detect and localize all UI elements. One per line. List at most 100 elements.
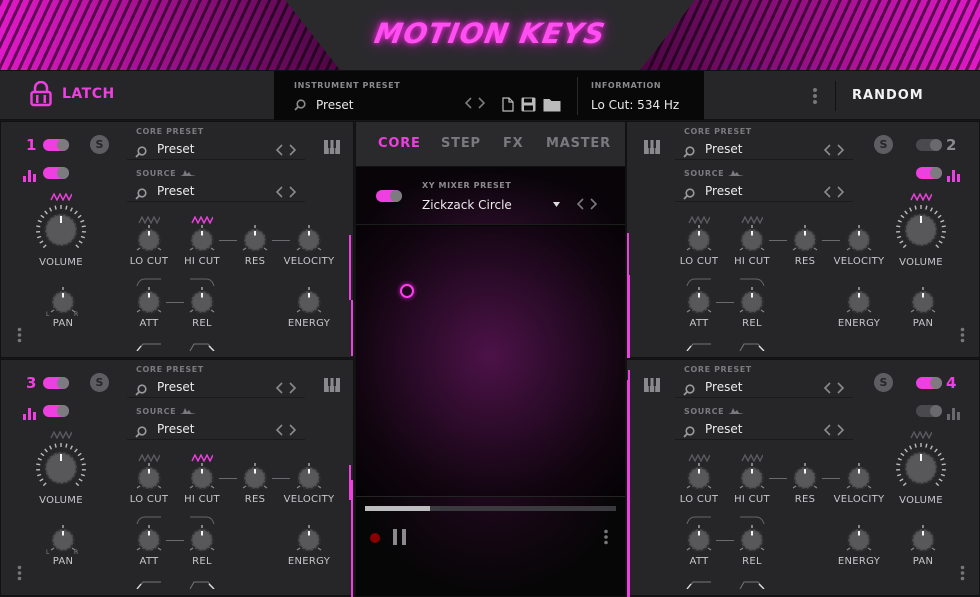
latch-button[interactable]: LATCH: [30, 81, 115, 107]
keyboard-icon[interactable]: [644, 378, 660, 392]
knob-dial[interactable]: [844, 525, 874, 555]
solo-button[interactable]: S: [874, 373, 893, 392]
step-enable-toggle[interactable]: [916, 167, 942, 179]
keyboard-icon[interactable]: [324, 140, 340, 154]
knob-dial[interactable]: [790, 225, 820, 255]
step-enable-toggle[interactable]: [43, 167, 69, 179]
release-knob[interactable]: REL: [722, 525, 782, 567]
lfo-wave-icon[interactable]: [741, 216, 763, 224]
hi-cut-knob[interactable]: HI CUT: [172, 463, 232, 505]
velocity-knob[interactable]: VELOCITY: [279, 225, 339, 267]
res-knob[interactable]: RES: [225, 225, 285, 267]
core-preset-selector[interactable]: Preset: [675, 378, 853, 398]
new-file-icon[interactable]: [502, 97, 514, 112]
pan-knob[interactable]: PAN: [893, 525, 953, 567]
search-icon[interactable]: [135, 384, 147, 396]
knob-dial[interactable]: [790, 463, 820, 493]
search-icon[interactable]: [294, 99, 306, 111]
lfo-wave-icon[interactable]: [191, 454, 213, 462]
tab-step[interactable]: STEP: [441, 136, 481, 151]
res-knob[interactable]: RES: [225, 463, 285, 505]
velocity-knob[interactable]: VELOCITY: [829, 225, 889, 267]
search-icon[interactable]: [683, 146, 695, 158]
solo-button[interactable]: S: [874, 135, 893, 154]
more-options-icon[interactable]: [812, 87, 818, 105]
preset-prev-next-arrows[interactable]: [464, 97, 486, 109]
playback-progress-bar[interactable]: [365, 506, 616, 511]
keyboard-icon[interactable]: [324, 378, 340, 392]
knob-dial[interactable]: [35, 204, 87, 256]
transport-more-icon[interactable]: [603, 529, 609, 545]
prev-next-arrows[interactable]: [823, 144, 845, 156]
search-icon[interactable]: [683, 426, 695, 438]
xy-mixer-puck[interactable]: [400, 283, 415, 298]
knob-dial[interactable]: [684, 463, 714, 493]
lfo-wave-icon[interactable]: [688, 216, 710, 224]
instrument-preset-value[interactable]: Preset: [316, 98, 353, 112]
layer-more-icon[interactable]: [960, 327, 965, 343]
pan-knob[interactable]: PAN: [893, 287, 953, 329]
release-knob[interactable]: REL: [722, 287, 782, 329]
knob-dial[interactable]: [187, 463, 217, 493]
prev-next-arrows[interactable]: [275, 144, 297, 156]
search-icon[interactable]: [135, 426, 147, 438]
attack-knob[interactable]: ATT: [119, 287, 179, 329]
source-preset-selector[interactable]: Preset: [675, 182, 853, 202]
source-preset-selector[interactable]: Preset: [675, 420, 853, 440]
knob-dial[interactable]: [737, 287, 767, 317]
lfo-wave-icon[interactable]: [50, 193, 72, 201]
knob-dial[interactable]: [35, 442, 87, 494]
search-icon[interactable]: [135, 146, 147, 158]
layer-more-icon[interactable]: [960, 565, 965, 581]
keyboard-icon[interactable]: [644, 140, 660, 154]
lo-cut-knob[interactable]: LO CUT: [669, 225, 729, 267]
energy-knob[interactable]: ENERGY: [829, 525, 889, 567]
knob-dial[interactable]: [737, 463, 767, 493]
lo-cut-knob[interactable]: LO CUT: [119, 225, 179, 267]
knob-dial[interactable]: [684, 525, 714, 555]
knob-dial[interactable]: [684, 287, 714, 317]
tab-core[interactable]: CORE: [378, 136, 421, 151]
core-preset-selector[interactable]: Preset: [675, 140, 853, 160]
hi-cut-knob[interactable]: HI CUT: [722, 463, 782, 505]
lfo-wave-icon[interactable]: [741, 454, 763, 462]
knob-dial[interactable]: [844, 287, 874, 317]
lfo-wave-icon[interactable]: [50, 431, 72, 439]
knob-dial[interactable]: [895, 442, 947, 494]
volume-knob[interactable]: VOLUME: [31, 204, 91, 268]
random-button[interactable]: RANDOM: [852, 88, 924, 103]
layer-more-icon[interactable]: [17, 327, 22, 343]
volume-knob[interactable]: VOLUME: [31, 442, 91, 506]
layer-more-icon[interactable]: [17, 565, 22, 581]
knob-dial[interactable]: [294, 525, 324, 555]
energy-knob[interactable]: ENERGY: [279, 287, 339, 329]
layer-enable-toggle[interactable]: [43, 377, 69, 389]
search-icon[interactable]: [683, 384, 695, 396]
xy-mixer-pad[interactable]: [356, 226, 625, 496]
dropdown-caret-icon[interactable]: [553, 202, 560, 207]
solo-button[interactable]: S: [90, 135, 109, 154]
layer-enable-toggle[interactable]: [916, 139, 942, 151]
knob-dial[interactable]: [187, 287, 217, 317]
knob-dial[interactable]: [240, 225, 270, 255]
prev-next-arrows[interactable]: [275, 382, 297, 394]
energy-knob[interactable]: ENERGY: [279, 525, 339, 567]
lo-cut-knob[interactable]: LO CUT: [669, 463, 729, 505]
release-knob[interactable]: REL: [172, 525, 232, 567]
tab-master[interactable]: MASTER: [546, 136, 611, 151]
source-preset-selector[interactable]: Preset: [127, 420, 305, 440]
record-button[interactable]: [370, 533, 380, 543]
lfo-wave-icon[interactable]: [910, 431, 932, 439]
knob-dial[interactable]: [294, 225, 324, 255]
res-knob[interactable]: RES: [775, 463, 835, 505]
tab-fx[interactable]: FX: [503, 136, 524, 151]
knob-dial[interactable]: [134, 287, 164, 317]
knob-dial[interactable]: [908, 525, 938, 555]
knob-dial[interactable]: [134, 525, 164, 555]
volume-knob[interactable]: VOLUME: [891, 204, 951, 268]
pan-knob[interactable]: PAN: [33, 525, 93, 567]
lfo-wave-icon[interactable]: [688, 454, 710, 462]
knob-dial[interactable]: [737, 225, 767, 255]
layer-enable-toggle[interactable]: [43, 139, 69, 151]
knob-dial[interactable]: [294, 463, 324, 493]
